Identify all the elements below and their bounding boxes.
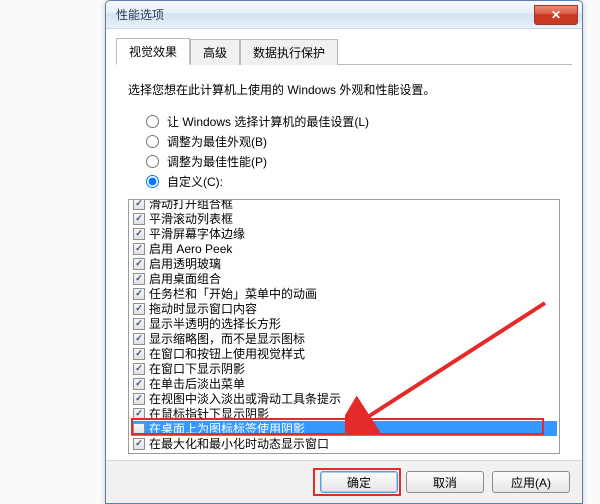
tab-strip: 视觉效果 高级 数据执行保护: [106, 29, 582, 65]
radio-best-performance[interactable]: 调整为最佳性能(P): [146, 153, 560, 170]
option-row[interactable]: ✓启用 Aero Peek: [131, 241, 557, 256]
close-icon: ✕: [551, 8, 561, 22]
intro-text: 选择您想在此计算机上使用的 Windows 外观和性能设置。: [128, 81, 560, 98]
option-row[interactable]: ✓任务栏和「开始」菜单中的动画: [131, 286, 557, 301]
option-row[interactable]: ✓ 在最大化和最小化时动态显示窗口: [131, 436, 557, 451]
tab-visual-effects[interactable]: 视觉效果: [116, 38, 190, 65]
option-row[interactable]: ✓显示缩略图，而不是显示图标: [131, 331, 557, 346]
checkbox-icon[interactable]: ✓: [133, 273, 145, 285]
tab-dep[interactable]: 数据执行保护: [240, 39, 338, 65]
radio-label: 调整为最佳外观(B): [167, 133, 267, 150]
checkbox-icon[interactable]: ✓: [133, 258, 145, 270]
apply-button[interactable]: 应用(A): [492, 471, 570, 493]
checkbox-icon[interactable]: ✓: [133, 213, 145, 225]
checkbox-icon[interactable]: ✓: [133, 408, 145, 420]
performance-options-dialog: 性能选项 ✕ 视觉效果 高级 数据执行保护 选择您想在此计算机上使用的 Wind…: [105, 0, 583, 504]
option-row[interactable]: ✓在桌面上为图标标签使用阴影: [131, 421, 557, 436]
option-row[interactable]: ✓启用桌面组合: [131, 271, 557, 286]
option-row[interactable]: ✓拖动时显示窗口内容: [131, 301, 557, 316]
checkbox-icon[interactable]: ✓: [133, 438, 145, 450]
checkbox-icon[interactable]: ✓: [133, 378, 145, 390]
option-row[interactable]: ✓平滑滚动列表框: [131, 211, 557, 226]
option-row[interactable]: ✓在窗口和按钮上使用视觉样式: [131, 346, 557, 361]
checkbox-icon[interactable]: ✓: [133, 393, 145, 405]
radio-input[interactable]: [146, 155, 159, 168]
checkbox-icon[interactable]: ✓: [133, 243, 145, 255]
options-listbox: ✓窗口内的动画控件和元素✓淡入淡出或滑动菜单到视图✓滑动打开组合框✓平滑滚动列表…: [128, 199, 560, 454]
tab-content: 选择您想在此计算机上使用的 Windows 外观和性能设置。 让 Windows…: [106, 65, 582, 460]
cancel-button[interactable]: 取消: [406, 471, 484, 493]
checkbox-icon[interactable]: ✓: [133, 200, 145, 210]
checkbox-icon[interactable]: ✓: [133, 423, 145, 435]
radio-group: 让 Windows 选择计算机的最佳设置(L) 调整为最佳外观(B) 调整为最佳…: [146, 110, 560, 193]
tab-advanced[interactable]: 高级: [190, 39, 240, 65]
checkbox-icon[interactable]: ✓: [133, 288, 145, 300]
radio-input[interactable]: [146, 175, 159, 188]
radio-let-windows-choose[interactable]: 让 Windows 选择计算机的最佳设置(L): [146, 113, 560, 130]
checkbox-icon[interactable]: ✓: [133, 348, 145, 360]
checkbox-icon[interactable]: ✓: [133, 228, 145, 240]
radio-input[interactable]: [146, 115, 159, 128]
checkbox-icon[interactable]: ✓: [133, 333, 145, 345]
option-row[interactable]: ✓平滑屏幕字体边缘: [131, 226, 557, 241]
checkbox-icon[interactable]: ✓: [133, 363, 145, 375]
radio-input[interactable]: [146, 135, 159, 148]
radio-label: 让 Windows 选择计算机的最佳设置(L): [167, 113, 369, 130]
close-button[interactable]: ✕: [534, 5, 578, 25]
option-row[interactable]: ✓在视图中淡入淡出或滑动工具条提示: [131, 391, 557, 406]
checkbox-icon[interactable]: ✓: [133, 318, 145, 330]
ok-button[interactable]: 确定: [320, 471, 398, 493]
titlebar[interactable]: 性能选项 ✕: [106, 1, 582, 29]
window-title: 性能选项: [116, 6, 534, 23]
option-row[interactable]: ✓在鼠标指针下显示阴影: [131, 406, 557, 421]
option-row[interactable]: ✓在窗口下显示阴影: [131, 361, 557, 376]
radio-custom[interactable]: 自定义(C):: [146, 173, 560, 190]
dialog-footer: 确定 取消 应用(A): [106, 460, 582, 503]
radio-label: 自定义(C):: [167, 173, 223, 190]
option-row[interactable]: ✓在单击后淡出菜单: [131, 376, 557, 391]
radio-best-appearance[interactable]: 调整为最佳外观(B): [146, 133, 560, 150]
option-label: 在最大化和最小化时动态显示窗口: [149, 435, 329, 452]
option-row[interactable]: ✓显示半透明的选择长方形: [131, 316, 557, 331]
checkbox-icon[interactable]: ✓: [133, 303, 145, 315]
option-row[interactable]: ✓启用透明玻璃: [131, 256, 557, 271]
radio-label: 调整为最佳性能(P): [167, 153, 267, 170]
options-listbox-scroll[interactable]: ✓窗口内的动画控件和元素✓淡入淡出或滑动菜单到视图✓滑动打开组合框✓平滑滚动列表…: [129, 200, 559, 453]
